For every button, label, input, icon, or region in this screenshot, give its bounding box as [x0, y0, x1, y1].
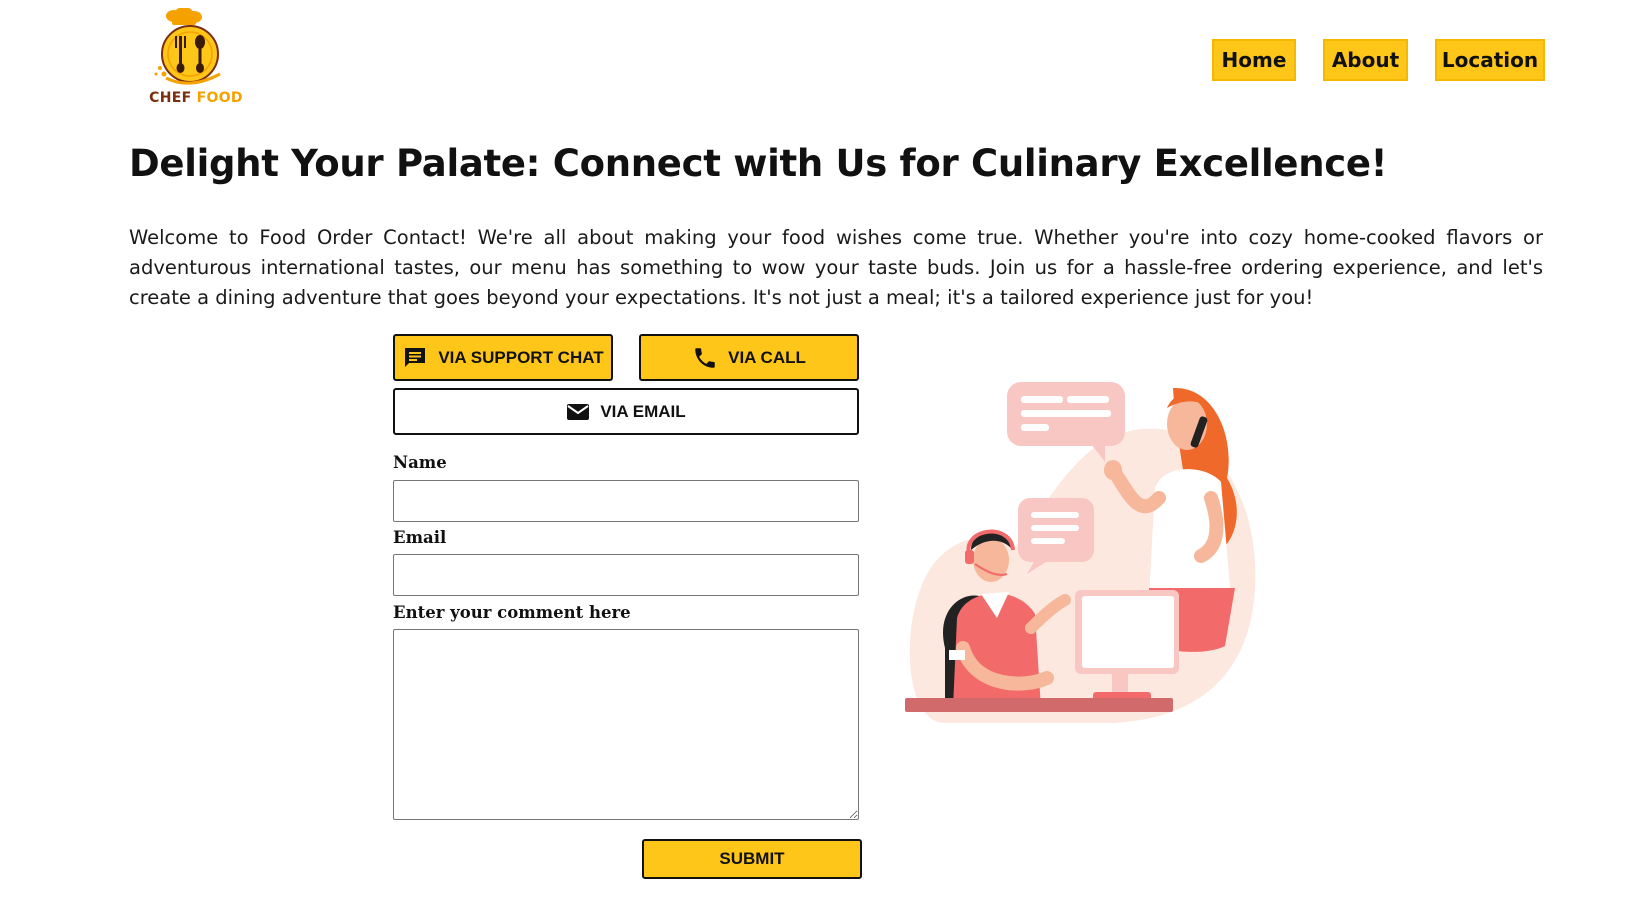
brand-name: CHEF FOOD	[146, 90, 246, 106]
support-chat-button[interactable]: VIA SUPPORT CHAT	[393, 334, 613, 381]
email-label: Email	[393, 528, 447, 547]
call-button[interactable]: VIA CALL	[639, 334, 859, 381]
chef-food-logo-icon	[154, 7, 221, 85]
phone-icon	[695, 347, 715, 368]
brand-word-chef: CHEF	[149, 90, 192, 106]
support-chat-label: VIA SUPPORT CHAT	[438, 347, 604, 367]
name-label: Name	[393, 453, 447, 472]
submit-button[interactable]: SUBMIT	[642, 839, 862, 879]
nav-about[interactable]: About	[1323, 39, 1408, 81]
email-button[interactable]: VIA EMAIL	[393, 388, 859, 435]
chat-icon	[405, 347, 426, 367]
call-label: VIA CALL	[728, 347, 806, 367]
nav-home[interactable]: Home	[1212, 39, 1296, 81]
nav-location[interactable]: Location	[1435, 39, 1545, 81]
email-option-label: VIA EMAIL	[600, 401, 686, 421]
page-title: Delight Your Palate: Connect with Us for…	[129, 142, 1388, 185]
customer-support-illustration	[905, 382, 1256, 723]
brand-logo[interactable]: CHEF FOOD	[146, 7, 246, 108]
email-input[interactable]	[393, 554, 859, 596]
envelope-icon	[567, 403, 590, 420]
intro-paragraph: Welcome to Food Order Contact! We're all…	[129, 226, 1543, 309]
brand-word-food: FOOD	[196, 90, 243, 106]
name-input[interactable]	[393, 480, 859, 522]
comment-textarea[interactable]	[393, 629, 859, 820]
comment-label: Enter your comment here	[393, 603, 631, 622]
contact-page: CHEF FOOD Home About Location Delight Yo…	[0, 0, 1648, 905]
